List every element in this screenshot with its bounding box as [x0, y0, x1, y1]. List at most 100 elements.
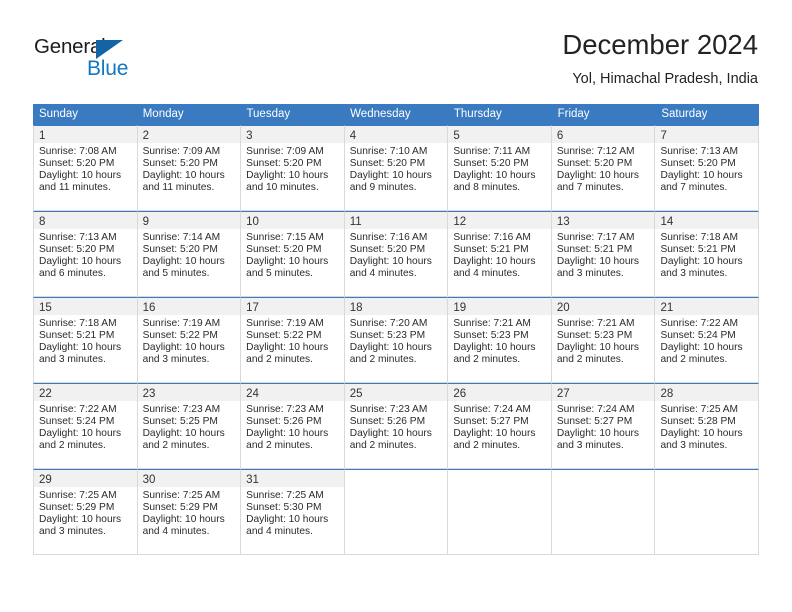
- logo-text-general: General: [34, 35, 106, 58]
- day-detail-line: Sunrise: 7:08 AM: [39, 146, 117, 157]
- day-detail-block: Sunrise: 7:24 AM Sunset: 5:27 PM Daylight:…: [552, 401, 655, 452]
- day-cell[interactable]: 12 Sunrise: 7:16 AM Sunset: 5:21 PM Dayligh…: [447, 211, 551, 297]
- day-detail-line: Sunrise: 7:25 AM: [142, 490, 221, 501]
- day-cell[interactable]: 18 Sunrise: 7:20 AM Sunset: 5:23 PM Dayligh…: [343, 297, 448, 383]
- day-detail-line: Daylight: 10 hours: [556, 256, 640, 268]
- day-cell[interactable]: 23 Sunrise: 7:23 AM Sunset: 5:25 PM Dayligh…: [136, 383, 241, 469]
- day-cell[interactable]: 3 Sunrise: 7:09 AM Sunset: 5:20 PM Daylight…: [240, 125, 344, 211]
- day-detail-block: Sunrise: 7:23 AM Sunset: 5:26 PM Daylight:…: [345, 401, 448, 452]
- day-detail-line: and 8 minutes.: [453, 182, 521, 194]
- day-cell[interactable]: 6 Sunrise: 7:12 AM Sunset: 5:20 PM Daylight…: [550, 125, 655, 211]
- day-cell[interactable]: 25 Sunrise: 7:23 AM Sunset: 5:26 PM Dayligh…: [343, 383, 448, 469]
- day-number-strip: 3: [241, 126, 344, 143]
- day-detail-line: Sunset: 5:23 PM: [556, 330, 633, 342]
- day-detail-line: and 2 minutes.: [349, 440, 417, 452]
- day-detail-line: Sunset: 5:21 PM: [660, 244, 736, 256]
- day-detail-line: Daylight: 10 hours: [660, 170, 743, 182]
- day-cell[interactable]: 29 Sunrise: 7:25 AM Sunset: 5:29 PM Dayligh…: [33, 469, 137, 555]
- day-detail-line: and 2 minutes.: [349, 354, 417, 366]
- day-number: 15: [39, 302, 52, 314]
- weekday-header-sunday: Sunday: [39, 108, 79, 120]
- day-detail-line: Sunrise: 7:09 AM: [246, 146, 324, 157]
- day-detail-line: Sunset: 5:21 PM: [453, 244, 529, 256]
- day-number-strip: [344, 470, 448, 487]
- day-number: 27: [556, 388, 570, 400]
- day-detail-line: and 2 minutes.: [453, 354, 521, 366]
- weekday-header-saturday: Saturday: [661, 108, 708, 120]
- day-cell[interactable]: 5 Sunrise: 7:11 AM Sunset: 5:20 PM Daylight…: [447, 125, 551, 211]
- day-detail-line: and 3 minutes.: [142, 354, 210, 366]
- day-detail-line: Sunrise: 7:12 AM: [556, 146, 635, 157]
- day-number: 11: [349, 216, 362, 228]
- day-number: 7: [660, 130, 667, 142]
- day-cell[interactable]: 8 Sunrise: 7:13 AM Sunset: 5:20 PM Daylight…: [33, 211, 137, 297]
- day-number: 31: [246, 474, 259, 486]
- day-cell-empty: [654, 469, 760, 555]
- day-cell-empty: [343, 469, 448, 555]
- day-detail-line: Sunrise: 7:15 AM: [246, 232, 324, 243]
- day-detail-block: Sunrise: 7:19 AM Sunset: 5:22 PM Daylight:…: [241, 315, 344, 366]
- day-cell[interactable]: 15 Sunrise: 7:18 AM Sunset: 5:21 PM Dayligh…: [33, 297, 137, 383]
- day-number: 1: [39, 130, 46, 142]
- day-detail-line: Daylight: 10 hours: [349, 342, 432, 354]
- calendar-week-row: 1 Sunrise: 7:08 AM Sunset: 5:20 PM Daylight…: [33, 125, 760, 211]
- day-number: 20: [556, 302, 570, 314]
- day-number: 26: [453, 388, 467, 400]
- day-detail-line: Daylight: 10 hours: [556, 428, 640, 440]
- calendar-week-row: 22 Sunrise: 7:22 AM Sunset: 5:24 PM Dayligh…: [33, 383, 760, 469]
- calendar-grid: Sunday Monday Tuesday Wednesday Thursday Frid…: [33, 104, 760, 555]
- day-cell[interactable]: 11 Sunrise: 7:16 AM Sunset: 5:20 PM Dayligh…: [343, 211, 448, 297]
- day-cell[interactable]: 31 Sunrise: 7:25 AM Sunset: 5:30 PM Dayligh…: [240, 469, 344, 555]
- day-detail-line: Daylight: 10 hours: [142, 514, 225, 526]
- day-number: 18: [349, 302, 363, 314]
- day-cell[interactable]: 16 Sunrise: 7:19 AM Sunset: 5:22 PM Dayligh…: [136, 297, 241, 383]
- day-cell[interactable]: 4 Sunrise: 7:10 AM Sunset: 5:20 PM Daylight…: [343, 125, 448, 211]
- day-cell[interactable]: 21 Sunrise: 7:22 AM Sunset: 5:24 PM Dayligh…: [654, 297, 760, 383]
- day-cell[interactable]: 27 Sunrise: 7:24 AM Sunset: 5:27 PM Dayligh…: [550, 383, 655, 469]
- day-number-strip: 5: [448, 126, 551, 143]
- day-detail-block: Sunrise: 7:23 AM Sunset: 5:25 PM Daylight:…: [138, 401, 241, 452]
- day-cell[interactable]: 13 Sunrise: 7:17 AM Sunset: 5:21 PM Dayligh…: [550, 211, 655, 297]
- day-cell[interactable]: 24 Sunrise: 7:23 AM Sunset: 5:26 PM Dayligh…: [240, 383, 344, 469]
- day-cell[interactable]: 19 Sunrise: 7:21 AM Sunset: 5:23 PM Dayligh…: [447, 297, 551, 383]
- day-detail-line: Sunset: 5:20 PM: [660, 158, 736, 170]
- day-cell[interactable]: 22 Sunrise: 7:22 AM Sunset: 5:24 PM Dayligh…: [33, 383, 137, 469]
- calendar-page: General Blue December 2024 Yol, Himachal…: [0, 0, 792, 612]
- day-cell[interactable]: 9 Sunrise: 7:14 AM Sunset: 5:20 PM Daylight…: [136, 211, 241, 297]
- day-cell[interactable]: 28 Sunrise: 7:25 AM Sunset: 5:28 PM Dayligh…: [654, 383, 760, 469]
- day-detail-line: Daylight: 10 hours: [453, 170, 536, 182]
- day-detail-block: Sunrise: 7:25 AM Sunset: 5:29 PM Daylight:…: [138, 487, 241, 538]
- day-number-strip: 31: [241, 470, 344, 487]
- day-detail-line: and 4 minutes.: [246, 526, 313, 538]
- day-detail-line: Sunrise: 7:17 AM: [556, 232, 635, 243]
- calendar-week-row: 29 Sunrise: 7:25 AM Sunset: 5:29 PM Dayligh…: [33, 469, 760, 555]
- day-cell[interactable]: 7 Sunrise: 7:13 AM Sunset: 5:20 PM Daylight…: [654, 125, 760, 211]
- day-number-strip: [448, 470, 551, 487]
- day-cell[interactable]: 26 Sunrise: 7:24 AM Sunset: 5:27 PM Dayligh…: [447, 383, 551, 469]
- day-detail-line: Daylight: 10 hours: [453, 428, 536, 440]
- day-number: 24: [246, 388, 259, 400]
- day-detail-line: Daylight: 10 hours: [246, 342, 329, 354]
- day-cell-empty: [447, 469, 551, 555]
- day-detail-block: Sunrise: 7:25 AM Sunset: 5:30 PM Daylight:…: [241, 487, 344, 538]
- day-detail-line: Daylight: 10 hours: [660, 342, 743, 354]
- day-cell[interactable]: 17 Sunrise: 7:19 AM Sunset: 5:22 PM Dayligh…: [240, 297, 344, 383]
- day-number-strip: 17: [241, 298, 344, 315]
- day-cell[interactable]: 10 Sunrise: 7:15 AM Sunset: 5:20 PM Dayligh…: [240, 211, 344, 297]
- day-detail-line: Sunrise: 7:24 AM: [453, 404, 531, 415]
- day-detail-line: Sunset: 5:29 PM: [142, 502, 218, 514]
- day-detail-block: Sunrise: 7:09 AM Sunset: 5:20 PM Daylight:…: [138, 143, 241, 194]
- day-number-strip: 12: [448, 212, 551, 229]
- day-number: 28: [660, 388, 674, 400]
- day-number: 10: [246, 216, 259, 228]
- day-cell[interactable]: 30 Sunrise: 7:25 AM Sunset: 5:29 PM Dayligh…: [136, 469, 241, 555]
- day-detail-line: Sunrise: 7:22 AM: [660, 318, 739, 329]
- day-cell[interactable]: 20 Sunrise: 7:21 AM Sunset: 5:23 PM Dayligh…: [550, 297, 655, 383]
- day-detail-line: and 3 minutes.: [556, 440, 624, 452]
- day-cell[interactable]: 14 Sunrise: 7:18 AM Sunset: 5:21 PM Dayligh…: [654, 211, 760, 297]
- day-detail-line: Sunset: 5:30 PM: [246, 502, 322, 514]
- generalblue-logo[interactable]: General Blue: [34, 36, 154, 82]
- day-cell[interactable]: 2 Sunrise: 7:09 AM Sunset: 5:20 PM Daylight…: [136, 125, 241, 211]
- day-cell[interactable]: 1 Sunrise: 7:08 AM Sunset: 5:20 PM Daylight…: [33, 125, 137, 211]
- day-detail-line: Sunrise: 7:16 AM: [453, 232, 531, 243]
